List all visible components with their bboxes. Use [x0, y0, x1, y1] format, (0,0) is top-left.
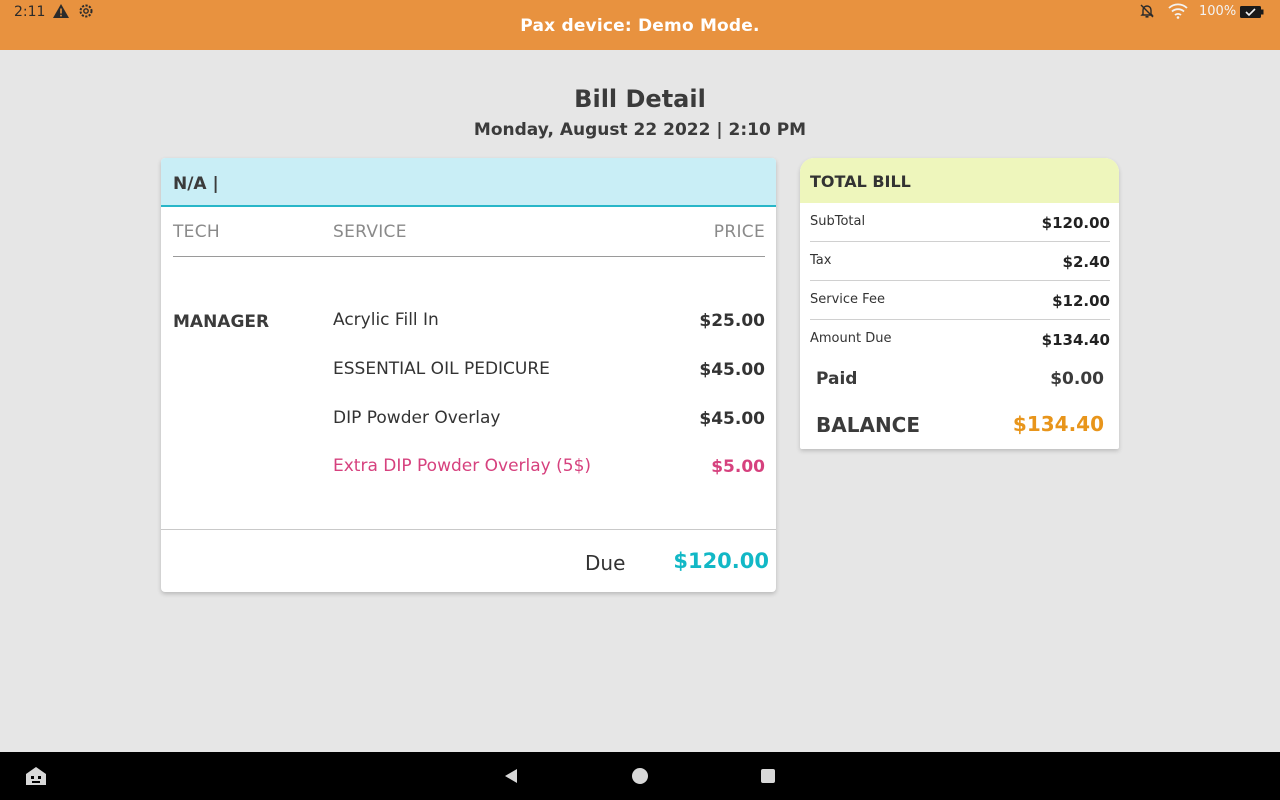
service-fee-row: Service Fee $12.00 — [810, 281, 1110, 320]
bill-date: Monday, August 22 2022 | 2:10 PM — [473, 120, 807, 140]
total-bill-card: TOTAL BILL SubTotal $120.00 Tax $2.40 Se… — [800, 158, 1119, 449]
tax-row: Tax $2.40 — [810, 242, 1110, 281]
service-fee-label: Service Fee — [810, 292, 885, 307]
tax-label: Tax — [810, 253, 832, 268]
page-title: Bill Detail — [574, 85, 706, 113]
notifications-off-icon — [1140, 4, 1154, 18]
amount-due-value: $134.40 — [1041, 331, 1110, 349]
service-price: $25.00 — [699, 311, 765, 331]
back-icon[interactable] — [502, 767, 520, 785]
subtotal-value: $120.00 — [1041, 214, 1110, 232]
top-banner: 2:11 Pax device: Demo Mode. 100% — [0, 0, 1280, 50]
demo-mode-title: Pax device: Demo Mode. — [520, 16, 760, 36]
due-label: Due — [585, 551, 626, 575]
total-bill-header: TOTAL BILL — [800, 158, 1119, 203]
keyboard-switch-icon[interactable] — [24, 765, 48, 787]
paid-value: $0.00 — [1050, 369, 1104, 389]
subtotal-row: SubTotal $120.00 — [810, 203, 1110, 242]
due-divider — [161, 529, 776, 530]
amount-due-row: Amount Due $134.40 — [810, 320, 1110, 359]
bill-card: N/A | TECH SERVICE PRICE MANAGER Acrylic… — [161, 158, 776, 592]
balance-label: BALANCE — [816, 413, 921, 437]
recent-apps-icon[interactable] — [761, 769, 775, 783]
customer-name: N/A | — [161, 158, 776, 207]
service-name: DIP Powder Overlay — [333, 408, 501, 428]
tech-name: MANAGER — [173, 312, 270, 332]
battery-percent: 100% — [1199, 4, 1237, 19]
service-name: Acrylic Fill In — [333, 310, 439, 330]
subtotal-label: SubTotal — [810, 214, 866, 229]
system-nav-bar — [0, 752, 1280, 800]
column-header-price: PRICE — [713, 222, 765, 242]
service-price: $45.00 — [699, 409, 765, 429]
home-icon[interactable] — [632, 768, 648, 784]
balance-value: $134.40 — [1012, 412, 1104, 436]
service-price: $45.00 — [699, 360, 765, 380]
column-header-service: SERVICE — [333, 222, 407, 242]
service-name: ESSENTIAL OIL PEDICURE — [333, 359, 550, 379]
wifi-icon — [1168, 3, 1188, 19]
amount-due-label: Amount Due — [810, 331, 892, 346]
paid-label: Paid — [816, 369, 858, 389]
column-divider — [173, 256, 765, 257]
extra-service-name: Extra DIP Powder Overlay (5$) — [333, 456, 592, 476]
due-amount: $120.00 — [673, 549, 769, 573]
extra-service-price: $5.00 — [711, 457, 765, 477]
column-header-tech: TECH — [173, 222, 220, 242]
battery-icon — [1240, 6, 1264, 18]
tax-value: $2.40 — [1062, 253, 1110, 271]
service-fee-value: $12.00 — [1052, 292, 1110, 310]
